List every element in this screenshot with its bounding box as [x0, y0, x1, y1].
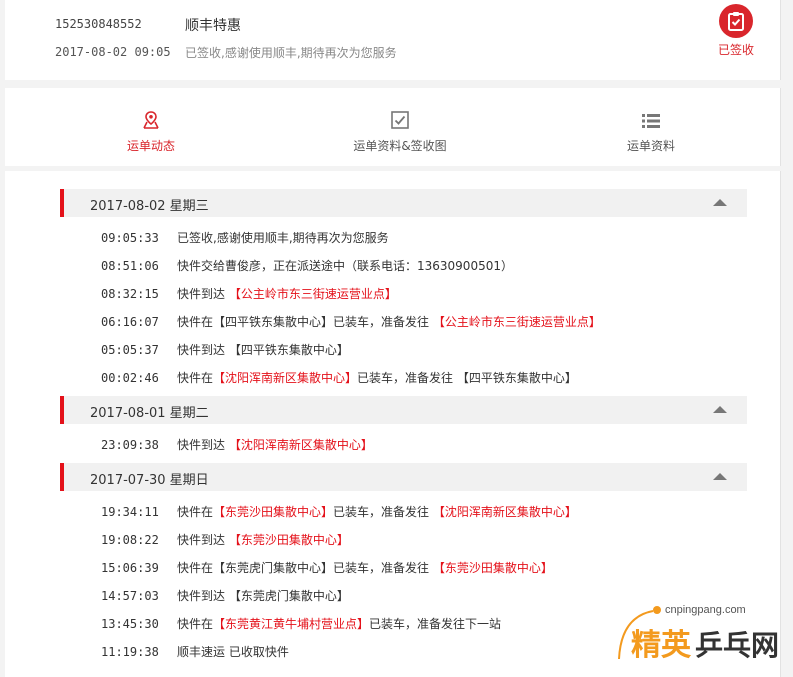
status-datetime: 2017-08-02 09:05: [55, 45, 171, 59]
tracking-number: 152530848552: [55, 17, 142, 31]
event-text: 快件到达: [177, 438, 229, 452]
timeline-event: 23:09:38 快件到达 【沈阳浑南新区集散中心】: [101, 436, 373, 453]
location-link: 【公主岭市东三街速运营业点】: [432, 315, 601, 329]
timeline-event: 19:08:22 快件到达 【东莞沙田集散中心】: [101, 531, 349, 548]
location-link: 【公主岭市东三街速运营业点】: [228, 287, 397, 301]
signed-clipboard-icon: [719, 4, 753, 38]
timeline-event: 13:45:30 快件在【东莞黄江黄牛埔村营业点】已装车，准备发往下一站: [101, 615, 501, 632]
day-date: 2017-07-30 星期日: [90, 473, 209, 488]
tab-label: 运单资料&签收图: [353, 139, 447, 153]
event-time: 19:08:22: [101, 533, 159, 547]
event-time: 09:05:33: [101, 231, 159, 245]
location-link: 【东莞沙田集散中心】: [228, 533, 349, 547]
tab-waybill-info[interactable]: 运单资料: [601, 108, 701, 154]
collapse-caret-icon[interactable]: [713, 199, 727, 206]
timeline-event: 08:32:15 快件到达 【公主岭市东三街速运营业点】: [101, 285, 397, 302]
day-header[interactable]: 2017-07-30 星期日: [60, 463, 747, 491]
event-text: 已装车，准备发往 【四平铁东集散中心】: [357, 371, 577, 385]
event-time: 11:19:38: [101, 645, 159, 659]
status-message: 已签收,感谢使用顺丰,期待再次为您服务: [185, 46, 397, 60]
waybill-summary-card: 152530848552 顺丰特惠 2017-08-02 09:05 已签收,感…: [5, 0, 781, 80]
location-link: 【沈阳浑南新区集散中心】: [213, 371, 358, 385]
signed-status-label: 已签收: [717, 43, 754, 57]
location-link: 【东莞沙田集散中心】: [213, 505, 334, 519]
event-text: 快件在【东莞虎门集散中心】已装车，准备发往: [177, 561, 433, 575]
tab-waybill-info-and-sign-image[interactable]: 运单资料&签收图: [335, 108, 465, 154]
event-time: 08:51:06: [101, 259, 159, 273]
tab-waybill-dynamics[interactable]: 运单动态: [101, 108, 201, 154]
timeline-event: 14:57:03 快件到达 【东莞虎门集散中心】: [101, 587, 349, 604]
event-time: 06:16:07: [101, 315, 159, 329]
event-text: 快件在: [177, 371, 214, 385]
tab-bar: 运单动态 运单资料&签收图 运单资料: [5, 88, 781, 166]
event-time: 08:32:15: [101, 287, 159, 301]
list-icon: [601, 108, 701, 130]
watermark-site: cnpingpang.com: [665, 604, 746, 616]
event-text: 已签收,感谢使用顺丰,期待再次为您服务: [177, 231, 389, 245]
location-link: 【沈阳浑南新区集散中心】: [228, 438, 373, 452]
tab-label: 运单动态: [126, 139, 175, 153]
day-header[interactable]: 2017-08-02 星期三: [60, 189, 747, 217]
event-time: 19:34:11: [101, 505, 159, 519]
location-link: 【东莞沙田集散中心】: [432, 561, 553, 575]
signed-status-badge: 已签收: [716, 4, 756, 58]
map-pin-icon: [101, 108, 201, 130]
event-text: 快件交给曹俊彦，正在派送途中（联系电话：13630900501）: [177, 259, 513, 273]
day-header[interactable]: 2017-08-01 星期二: [60, 396, 747, 424]
location-link: 【东莞黄江黄牛埔村营业点】: [213, 617, 370, 631]
product-type: 顺丰特惠: [185, 18, 241, 34]
location-link: 【沈阳浑南新区集散中心】: [432, 505, 577, 519]
event-time: 05:05:37: [101, 343, 159, 357]
event-text: 快件到达: [177, 533, 229, 547]
collapse-caret-icon[interactable]: [713, 406, 727, 413]
timeline-event: 06:16:07 快件在【四平铁东集散中心】已装车，准备发往 【公主岭市东三街速运…: [101, 313, 601, 330]
watermark-brand-a: 精英: [631, 628, 692, 663]
day-date: 2017-08-02 星期三: [90, 199, 209, 214]
event-time: 13:45:30: [101, 617, 159, 631]
event-text: 快件到达 【东莞虎门集散中心】: [177, 589, 349, 603]
event-text: 快件在: [177, 617, 214, 631]
timeline-event: 15:06:39 快件在【东莞虎门集散中心】已装车，准备发往 【东莞沙田集散中心】: [101, 559, 553, 576]
tab-label: 运单资料: [626, 139, 675, 153]
watermark-brand-b: 乒乓网: [695, 629, 779, 662]
event-text: 已装车，准备发往下一站: [369, 617, 502, 631]
timeline-event: 19:34:11 快件在【东莞沙田集散中心】已装车，准备发往 【沈阳浑南新区集散中…: [101, 503, 577, 520]
timeline-event: 05:05:37 快件到达 【四平铁东集散中心】: [101, 341, 349, 358]
event-time: 14:57:03: [101, 589, 159, 603]
day-date: 2017-08-01 星期二: [90, 406, 209, 421]
watermark-logo: cnpingpang.com 精英 乒乓网: [613, 597, 783, 669]
timeline-event: 08:51:06 快件交给曹俊彦，正在派送途中（联系电话：13630900501）: [101, 257, 513, 274]
event-text: 快件到达 【四平铁东集散中心】: [177, 343, 349, 357]
image-check-icon: [335, 108, 465, 130]
event-text: 快件在【四平铁东集散中心】已装车，准备发往: [177, 315, 433, 329]
timeline-event: 11:19:38 顺丰速运 已收取快件: [101, 643, 289, 660]
event-text: 快件在: [177, 505, 214, 519]
timeline-event: 00:02:46 快件在【沈阳浑南新区集散中心】已装车，准备发往 【四平铁东集散中…: [101, 369, 577, 386]
event-time: 23:09:38: [101, 438, 159, 452]
event-time: 00:02:46: [101, 371, 159, 385]
event-time: 15:06:39: [101, 561, 159, 575]
event-text: 快件到达: [177, 287, 229, 301]
timeline-event: 09:05:33 已签收,感谢使用顺丰,期待再次为您服务: [101, 229, 389, 246]
event-text: 顺丰速运 已收取快件: [177, 645, 289, 659]
event-text: 已装车，准备发往: [333, 505, 433, 519]
collapse-caret-icon[interactable]: [713, 473, 727, 480]
